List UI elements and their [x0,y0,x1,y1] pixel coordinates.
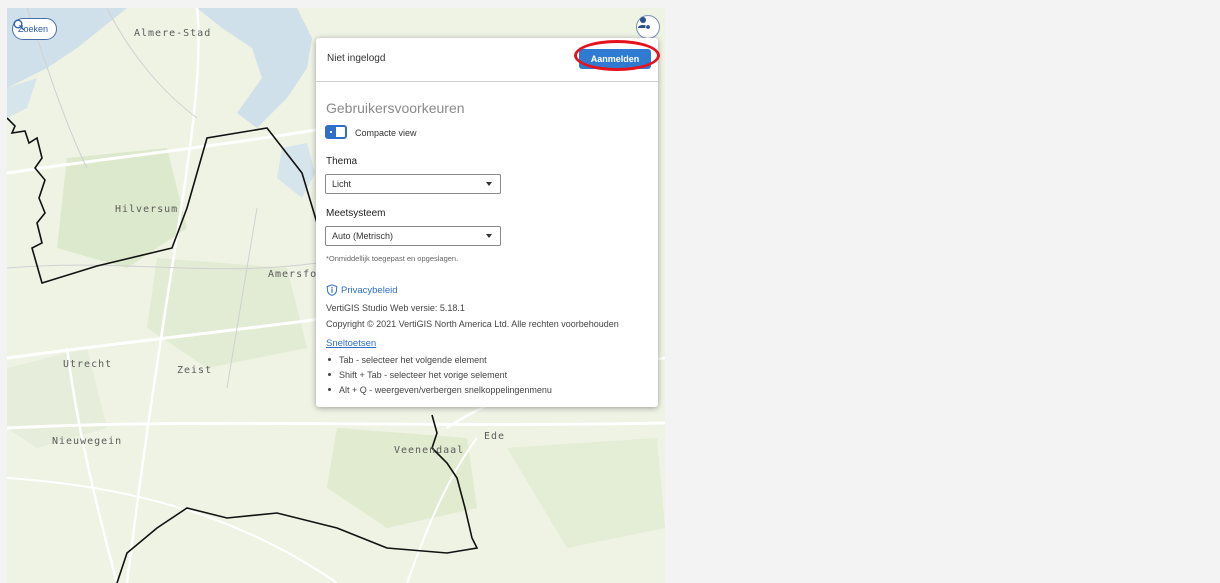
info-shield-icon [326,284,338,296]
measure-select[interactable]: Auto (Metrisch) [325,226,501,246]
list-item: Shift + Tab - selecteer het vorige selem… [326,368,552,383]
map-label-zeist: Zeist [177,365,213,376]
map-label-utrecht: Utrecht [63,359,113,370]
chevron-down-icon [486,234,492,238]
user-icon [638,17,651,30]
shortcuts-link[interactable]: Sneltoetsen [326,338,376,349]
signin-button[interactable]: Aanmelden [579,49,651,69]
list-item: Alt + Q - weergeven/verbergen snelkoppel… [326,383,552,398]
toggle-dot [330,131,332,133]
measure-label: Meetsysteem [326,208,386,219]
map-label-amersfoort: Amersfo [268,269,318,280]
privacy-link-label: Privacybeleid [341,284,398,296]
panel-header: Niet ingelogd Aanmelden [316,38,658,82]
map-label-nieuwegein: Nieuwegein [52,436,123,447]
map-label-almere: Almere-Stad [134,28,212,39]
map-label-ede: Ede [484,431,506,442]
copyright-text: Copyright © 2021 VertiGIS North America … [326,319,619,329]
user-menu-button[interactable] [636,15,660,39]
version-text: VertiGIS Studio Web versie: 5.18.1 [326,303,465,313]
preferences-title: Gebruikersvoorkeuren [326,100,465,116]
privacy-link[interactable]: Privacybeleid [326,284,398,296]
search-icon [13,19,25,31]
theme-select[interactable]: Licht [325,174,501,194]
chevron-down-icon [486,182,492,186]
theme-value: Licht [332,179,352,189]
theme-label: Thema [326,156,358,167]
shortcuts-list: Tab - selecteer het volgende element Shi… [326,353,552,398]
login-status: Niet ingelogd [327,53,386,64]
compact-view-toggle[interactable] [325,125,347,139]
user-preferences-panel: Niet ingelogd Aanmelden Gebruikersvoorke… [316,38,658,407]
map-label-veenendaal: Veenendaal [394,445,465,456]
list-item: Tab - selecteer het volgende element [326,353,552,368]
measure-value: Auto (Metrisch) [332,231,394,241]
map-label-hilversum: Hilversum [115,204,179,215]
compact-view-label: Compacte view [355,128,417,138]
autosave-note: *Onmiddellijk toegepast en opgeslagen. [326,254,459,263]
search-button[interactable]: Zoeken [12,18,58,40]
